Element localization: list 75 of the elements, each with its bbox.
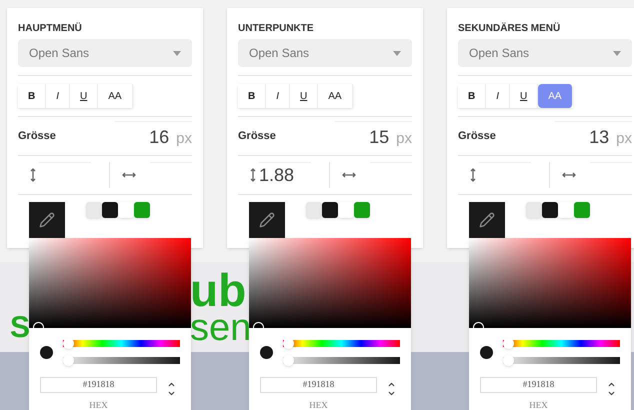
size-input[interactable]: 16 px: [115, 121, 192, 151]
vertical-arrow-icon: [470, 168, 476, 182]
pencil-icon: [259, 212, 275, 228]
alpha-slider[interactable]: [503, 355, 620, 366]
horizontal-arrow-icon: [122, 172, 136, 178]
size-input[interactable]: 15 px: [335, 121, 412, 151]
text-style-button[interactable]: B: [238, 84, 266, 108]
color-swatch[interactable]: [134, 202, 150, 218]
size-input[interactable]: 13 px: [555, 121, 632, 151]
text-style-button[interactable]: U: [70, 84, 98, 108]
hex-input[interactable]: #191818: [480, 377, 597, 393]
caret-icon: [613, 50, 621, 56]
hex-label: HEX: [89, 399, 108, 410]
hex-input[interactable]: #191818: [260, 377, 377, 393]
chevron-up-icon: [607, 380, 616, 389]
color-picker-button[interactable]: [29, 202, 65, 238]
card-title: HAUPTMENÜ: [18, 22, 83, 36]
color-swatch[interactable]: [306, 202, 322, 218]
pencil-icon: [479, 212, 495, 228]
color-swatch[interactable]: [322, 202, 338, 218]
line-height-input[interactable]: 1.88: [259, 162, 311, 188]
format-toggle[interactable]: [607, 380, 616, 398]
hue-slider[interactable]: [283, 338, 400, 349]
text-style-button[interactable]: AA: [318, 84, 353, 108]
alpha-slider[interactable]: [63, 355, 180, 366]
card-title: UNTERPUNKTE: [238, 22, 315, 36]
horizontal-arrow-icon: [342, 172, 356, 178]
color-swatch[interactable]: [542, 202, 558, 218]
color-picker-button[interactable]: [469, 202, 505, 238]
color-swatch[interactable]: [526, 202, 542, 218]
color-swatch[interactable]: [558, 202, 574, 218]
text-style-button[interactable]: B: [458, 84, 486, 108]
pencil-icon: [39, 212, 55, 228]
text-style-button[interactable]: U: [290, 84, 318, 108]
size-label: Grösse: [458, 128, 496, 144]
format-toggle[interactable]: [387, 380, 396, 398]
color-swatch[interactable]: [118, 202, 134, 218]
font-dropdown[interactable]: Open Sans: [18, 39, 192, 67]
color-swatch[interactable]: [354, 202, 370, 218]
vertical-arrow-icon: [30, 168, 36, 182]
text-style-button[interactable]: I: [46, 84, 70, 108]
horizontal-arrow-icon: [562, 172, 576, 178]
format-toggle[interactable]: [167, 380, 176, 398]
color-swatch[interactable]: [86, 202, 102, 218]
color-swatch[interactable]: [338, 202, 354, 218]
hex-label: HEX: [529, 399, 548, 410]
color-swatch[interactable]: [574, 202, 590, 218]
hue-slider[interactable]: [63, 338, 180, 349]
chevron-down-icon: [607, 389, 616, 398]
caret-icon: [173, 50, 181, 56]
logo-text: ub: [190, 270, 246, 310]
chevron-up-icon: [387, 380, 396, 389]
text-style-button[interactable]: I: [266, 84, 290, 108]
font-dropdown[interactable]: Open Sans: [458, 39, 632, 67]
text-style-button[interactable]: I: [486, 84, 510, 108]
logo-text: S: [10, 310, 30, 346]
hex-label: HEX: [309, 399, 328, 410]
color-swatch[interactable]: [102, 202, 118, 218]
card-title: SEKUNDÄRES MENÜ: [458, 22, 562, 36]
chevron-down-icon: [167, 389, 176, 398]
color-picker-button[interactable]: [249, 202, 285, 238]
size-label: Grösse: [238, 128, 276, 144]
logo-text: sen: [190, 310, 252, 346]
text-style-button[interactable]: U: [510, 84, 538, 108]
chevron-up-icon: [167, 380, 176, 389]
size-label: Grösse: [18, 128, 56, 144]
alpha-slider[interactable]: [283, 355, 400, 366]
text-style-button[interactable]: B: [18, 84, 46, 108]
text-style-button[interactable]: AA: [98, 84, 133, 108]
hex-input[interactable]: #191818: [40, 377, 157, 393]
hue-slider[interactable]: [503, 338, 620, 349]
vertical-arrow-icon: [250, 168, 256, 182]
chevron-down-icon: [387, 389, 396, 398]
caret-icon: [393, 50, 401, 56]
font-dropdown[interactable]: Open Sans: [238, 39, 412, 67]
